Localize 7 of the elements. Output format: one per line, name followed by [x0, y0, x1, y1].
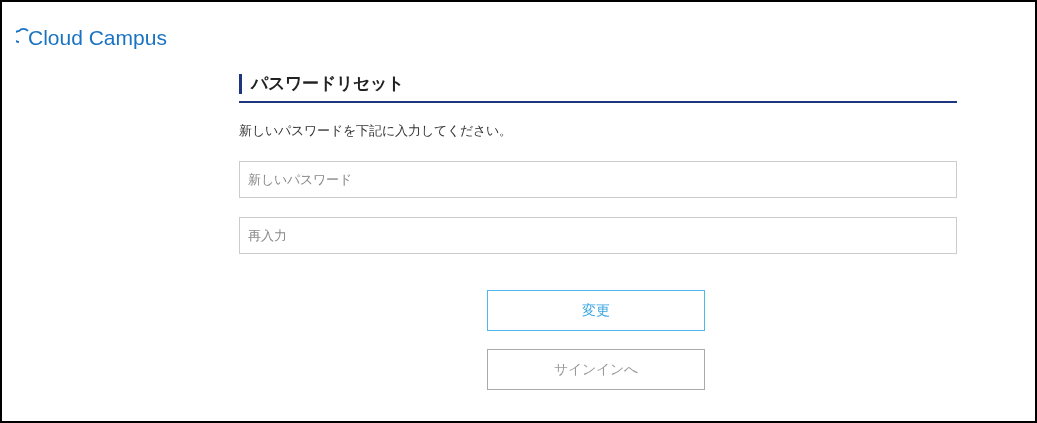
instruction-text: 新しいパスワードを下記に入力してください。 — [239, 123, 513, 139]
password-field[interactable]: 再入力 — [239, 217, 957, 254]
password-field[interactable]: 新しいパスワード — [239, 161, 957, 198]
logo-text: Cloud Campus — [28, 27, 167, 48]
sign-in-button[interactable]: サインインへ — [486, 349, 705, 390]
page-heading: パスワードリセット — [239, 74, 957, 94]
change-button[interactable]: 変更 — [486, 290, 705, 331]
